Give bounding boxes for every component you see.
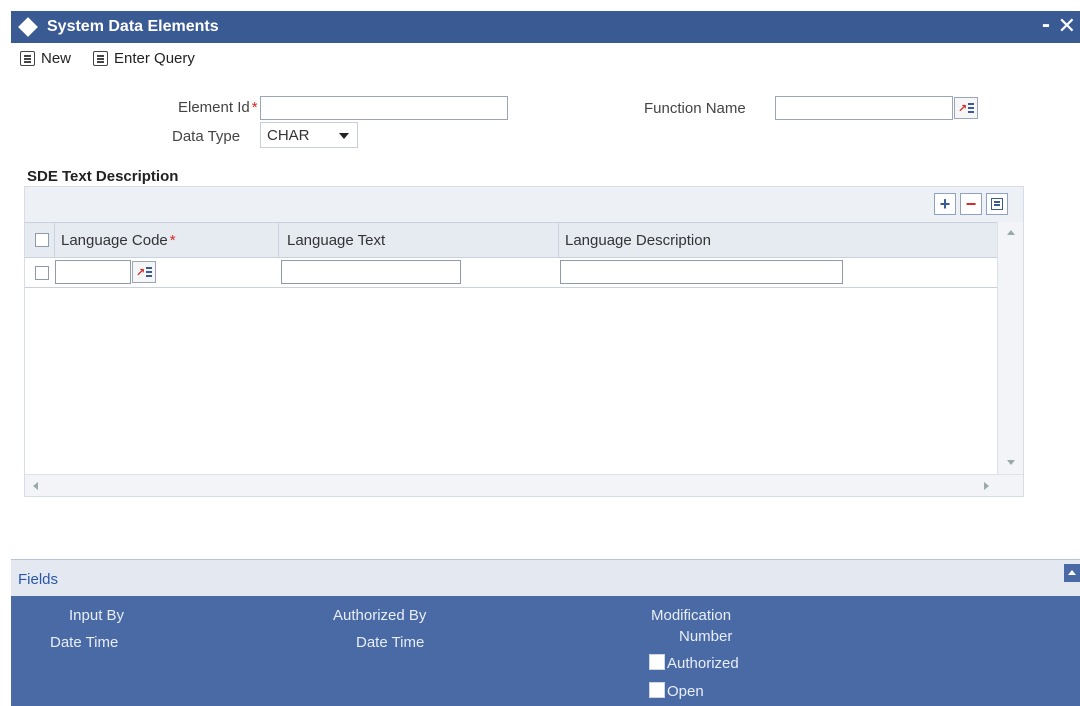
enter-query-label: Enter Query <box>114 50 195 67</box>
add-row-button[interactable]: + <box>934 193 956 215</box>
header-checkbox-cell <box>25 223 55 258</box>
modification-label: Modification <box>651 607 732 624</box>
section-title: SDE Text Description <box>27 168 179 185</box>
number-label: Number <box>679 628 733 645</box>
new-button-label: New <box>41 50 72 67</box>
window-title: System Data Elements <box>47 18 219 35</box>
required-mark: * <box>251 99 258 116</box>
chevron-down-icon <box>339 133 349 139</box>
date-time-label: Date Time <box>50 634 119 651</box>
col-language-code: Language Code * <box>55 223 279 258</box>
authorized-by-label: Authorized By <box>333 607 427 624</box>
scroll-up-icon[interactable] <box>1007 230 1015 235</box>
lov-arrow-icon: ↗ <box>957 102 968 115</box>
authorized-checkbox[interactable] <box>649 654 665 670</box>
grid-toolbar: + − <box>25 187 1023 222</box>
fields-link[interactable]: Fields <box>18 571 58 588</box>
col-language-text: Language Text <box>279 223 559 258</box>
input-by-label: Input By <box>69 607 125 624</box>
minimize-button[interactable]: - <box>1042 11 1050 39</box>
col-language-text-label: Language Text <box>287 232 386 249</box>
required-mark: * <box>169 232 176 249</box>
col-language-description: Language Description <box>559 223 997 258</box>
minus-icon: − <box>965 193 977 214</box>
list-icon <box>991 198 1003 210</box>
delete-row-button[interactable]: − <box>960 193 982 215</box>
toolbar: New Enter Query <box>20 50 217 67</box>
element-id-label: Element Id * <box>178 99 258 116</box>
fields-bar: Fields <box>11 559 1080 596</box>
list-icon <box>146 267 153 277</box>
language-text-input[interactable] <box>281 260 461 284</box>
data-type-label: Data Type <box>172 128 241 145</box>
sde-grid: + − Language Code * Language Text Languag… <box>24 186 1024 497</box>
single-view-button[interactable] <box>986 193 1008 215</box>
list-icon <box>968 103 975 113</box>
row-checkbox[interactable] <box>35 266 49 280</box>
app-diamond-icon <box>18 17 38 37</box>
audit-panel: Input By Date Time Authorized By Date Ti… <box>11 596 1080 706</box>
window-titlebar: System Data Elements - ✕ <box>11 11 1080 43</box>
element-id-input[interactable] <box>260 96 508 120</box>
select-all-checkbox[interactable] <box>35 233 49 247</box>
language-code-lov-button[interactable]: ↗ <box>132 261 156 283</box>
scroll-left-icon[interactable] <box>33 482 38 490</box>
lov-arrow-icon: ↗ <box>135 266 146 279</box>
table-header: Language Code * Language Text Language De… <box>25 222 997 258</box>
authorized-label: Authorized <box>667 655 739 672</box>
open-checkbox[interactable] <box>649 682 665 698</box>
vertical-scrollbar[interactable] <box>997 222 1023 475</box>
col-language-code-label: Language Code <box>61 232 168 249</box>
data-type-value: CHAR <box>267 126 310 144</box>
close-button[interactable]: ✕ <box>1058 13 1076 39</box>
collapse-icon[interactable] <box>1064 564 1080 582</box>
language-description-input[interactable] <box>560 260 843 284</box>
grid-body: Language Code * Language Text Language De… <box>25 222 997 475</box>
function-name-lov-button[interactable]: ↗ <box>954 97 978 119</box>
new-button[interactable]: New <box>20 50 71 67</box>
language-code-input[interactable] <box>55 260 131 284</box>
enter-query-button[interactable]: Enter Query <box>93 50 195 67</box>
col-language-description-label: Language Description <box>565 232 711 249</box>
scroll-right-icon[interactable] <box>984 482 989 490</box>
plus-icon: + <box>939 193 951 214</box>
date-time-label: Date Time <box>356 634 425 651</box>
function-name-label: Function Name <box>644 100 746 117</box>
open-label: Open <box>667 683 704 700</box>
table-row: ↗ <box>25 258 997 288</box>
function-name-input[interactable] <box>775 96 953 120</box>
scroll-down-icon[interactable] <box>1007 460 1015 465</box>
new-document-icon <box>20 51 35 66</box>
data-type-select[interactable]: CHAR <box>260 122 358 148</box>
query-icon <box>93 51 109 66</box>
horizontal-scrollbar[interactable] <box>25 474 1023 496</box>
